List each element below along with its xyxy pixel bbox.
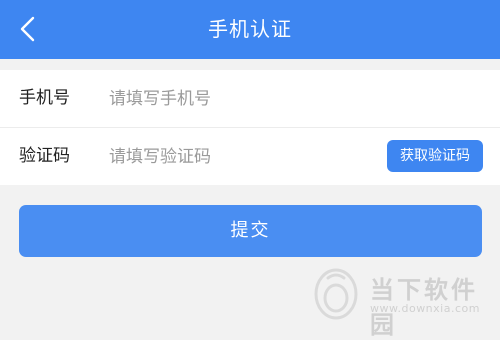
verification-form: 手机号 验证码 获取验证码 (0, 70, 500, 185)
code-row: 验证码 获取验证码 (0, 128, 500, 185)
code-input[interactable] (109, 142, 369, 172)
submit-button[interactable]: 提交 (19, 205, 482, 257)
watermark: 当下软件园 www.downxia.com (314, 268, 494, 339)
phone-label: 手机号 (19, 88, 70, 108)
watermark-logo-icon (314, 268, 358, 320)
page-title: 手机认证 (208, 17, 292, 41)
watermark-url: www.downxia.com (370, 302, 480, 315)
app-header: 手机认证 (0, 0, 500, 59)
phone-input[interactable] (109, 84, 369, 114)
code-label: 验证码 (19, 146, 70, 166)
get-code-button[interactable]: 获取验证码 (387, 140, 483, 172)
phone-row: 手机号 (0, 70, 500, 127)
